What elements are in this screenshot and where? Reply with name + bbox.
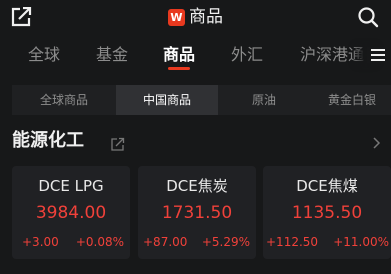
commodity-price: 1135.50 xyxy=(291,203,363,223)
chevron-right-icon xyxy=(372,135,382,149)
main-tabs: 全球 基金 商品 外汇 沪深港通 xyxy=(0,38,391,74)
top-bar: W 商品 xyxy=(0,0,391,34)
subtab-gold-silver[interactable]: 黄金白银 xyxy=(328,85,391,115)
share-icon[interactable] xyxy=(111,136,125,151)
commodity-name: DCE LPG xyxy=(38,177,104,195)
subtab-china-commodities[interactable]: 中国商品 xyxy=(116,85,218,115)
section-title: 能源化工 xyxy=(12,130,84,151)
subtab-label: 黄金白银 xyxy=(328,93,377,107)
sub-tabs: 全球商品 中国商品 原油 黄金白银 xyxy=(12,85,391,115)
subtab-crude-oil[interactable]: 原油 xyxy=(218,85,310,115)
commodity-cards: DCE LPG 3984.00 +3.00 +0.08% DCE焦炭 1731.… xyxy=(12,166,391,261)
commodity-change-percent: +5.29% xyxy=(201,235,250,249)
commodity-card-dce-coking-coal[interactable]: DCE焦煤 1135.50 +112.50 +11.00% xyxy=(263,166,391,259)
page-title-wrap: W 商品 xyxy=(0,6,391,28)
tab-forex[interactable]: 外汇 xyxy=(231,44,263,70)
tab-label: 全球 xyxy=(28,45,61,64)
section-header[interactable]: 能源化工 xyxy=(12,128,382,156)
tab-label: 基金 xyxy=(96,45,129,64)
commodity-card-dce-lpg[interactable]: DCE LPG 3984.00 +3.00 +0.08% xyxy=(12,166,130,259)
commodity-price: 1731.50 xyxy=(161,203,233,223)
commodity-change: +112.50 xyxy=(266,235,319,249)
tab-global[interactable]: 全球 xyxy=(28,44,60,70)
commodity-change-percent: +0.08% xyxy=(75,235,124,249)
search-icon[interactable] xyxy=(357,6,379,28)
subtab-label: 中国商品 xyxy=(142,93,191,107)
subtab-label: 原油 xyxy=(251,93,276,107)
tab-label: 商品 xyxy=(163,45,196,64)
active-tab-underline xyxy=(168,67,190,70)
subtab-label: 全球商品 xyxy=(39,93,88,107)
menu-icon[interactable] xyxy=(367,47,385,63)
tab-connect[interactable]: 沪深港通 xyxy=(300,44,364,70)
commodity-change: +87.00 xyxy=(143,235,188,249)
tab-label: 外汇 xyxy=(231,45,264,64)
commodity-price: 3984.00 xyxy=(35,203,107,223)
commodity-name: DCE焦煤 xyxy=(296,177,358,195)
app-logo-badge: W xyxy=(168,8,185,26)
commodity-change-percent: +11.00% xyxy=(333,235,389,249)
tab-commodities[interactable]: 商品 xyxy=(163,44,195,70)
tab-funds[interactable]: 基金 xyxy=(96,44,128,70)
tab-label: 沪深港通 xyxy=(300,45,365,64)
subtab-global-commodities[interactable]: 全球商品 xyxy=(12,85,116,115)
page-title: 商品 xyxy=(189,7,223,27)
commodity-change: +3.00 xyxy=(22,235,59,249)
commodity-card-dce-coke[interactable]: DCE焦炭 1731.50 +87.00 +5.29% xyxy=(138,166,256,259)
commodity-name: DCE焦炭 xyxy=(166,177,228,195)
